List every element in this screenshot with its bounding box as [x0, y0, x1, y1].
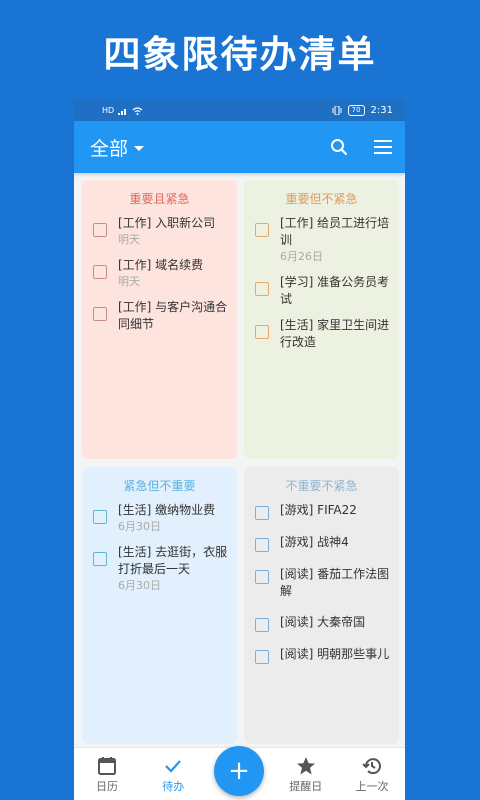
task-text: [阅读] 明朝那些事儿	[280, 647, 390, 661]
task-item[interactable]: [学习] 准备公务员考试	[252, 274, 391, 308]
battery-icon: 70	[347, 105, 365, 116]
task-text: [阅读] 番茄工作法图解	[280, 567, 390, 598]
history-icon	[362, 758, 381, 775]
filter-label: 全部	[90, 137, 129, 160]
task-checkbox[interactable]	[93, 223, 107, 237]
hd-indicator: HD	[102, 106, 115, 115]
promo-title: 四象限待办清单	[103, 33, 377, 76]
add-task-button[interactable]: +	[214, 746, 264, 796]
task-checkbox[interactable]	[255, 538, 269, 552]
app-bar: 全部	[74, 121, 405, 173]
task-item[interactable]: [生活] 缴纳物业费 6月30日	[90, 502, 229, 535]
check-icon	[165, 760, 182, 773]
task-item[interactable]: [生活] 家里卫生间进行改造	[252, 317, 391, 351]
calendar-icon	[98, 757, 116, 775]
quadrant-not-important-not-urgent[interactable]: 不重要不紧急 [游戏] FIFA22 [游戏] 战神4 [阅读] 番茄工作法图解…	[244, 467, 399, 744]
quadrant-title: 不重要不紧急	[285, 479, 358, 493]
clock: 2:31	[370, 105, 393, 116]
phone-screen: HD 70 2:31 全部 重要且紧急 [工作] 入职新公司 明天 [工作] 域…	[74, 100, 405, 800]
search-icon	[331, 139, 348, 156]
task-checkbox[interactable]	[255, 618, 269, 632]
task-checkbox[interactable]	[93, 307, 107, 321]
wifi-icon	[132, 106, 143, 115]
nav-reminder-label: 提醒日	[289, 780, 323, 793]
task-item[interactable]: [阅读] 明朝那些事儿	[252, 646, 391, 664]
task-item[interactable]: [阅读] 番茄工作法图解	[252, 566, 391, 600]
nav-todo[interactable]: 待办	[140, 756, 206, 800]
task-checkbox[interactable]	[255, 223, 269, 237]
filter-dropdown[interactable]: 全部	[90, 134, 145, 161]
task-checkbox[interactable]	[255, 282, 269, 296]
task-text: [阅读] 大秦帝国	[280, 615, 366, 629]
task-checkbox[interactable]	[255, 506, 269, 520]
task-text: [学习] 准备公务员考试	[280, 275, 390, 306]
status-right: 70 2:31	[332, 105, 393, 116]
task-checkbox[interactable]	[93, 510, 107, 524]
caret-down-icon	[134, 145, 145, 151]
menu-button[interactable]	[373, 137, 393, 157]
task-text: [工作] 入职新公司	[118, 216, 216, 230]
quadrant-important-urgent[interactable]: 重要且紧急 [工作] 入职新公司 明天 [工作] 域名续费 明天 [工作] 与客…	[82, 180, 237, 459]
vibrate-icon	[332, 106, 342, 115]
quadrant-grid: 重要且紧急 [工作] 入职新公司 明天 [工作] 域名续费 明天 [工作] 与客…	[80, 180, 399, 746]
nav-todo-label: 待办	[162, 780, 185, 793]
task-item[interactable]: [阅读] 大秦帝国	[252, 614, 391, 632]
task-text: [生活] 家里卫生间进行改造	[280, 318, 390, 349]
task-text: [工作] 给员工进行培训	[280, 216, 390, 247]
task-checkbox[interactable]	[93, 265, 107, 279]
task-date: 6月30日	[118, 579, 161, 592]
nav-last[interactable]: 上一次	[339, 756, 405, 800]
task-date: 明天	[118, 233, 140, 246]
nav-calendar[interactable]: 日历	[74, 756, 140, 800]
task-text: [工作] 与客户沟通合同细节	[118, 300, 228, 331]
quadrant-title: 紧急但不重要	[123, 479, 196, 493]
task-item[interactable]: [生活] 去逛街，衣服打折最后一天 6月30日	[90, 544, 229, 594]
task-checkbox[interactable]	[255, 650, 269, 664]
task-date: 6月26日	[280, 250, 323, 263]
quadrant-title: 重要且紧急	[129, 192, 190, 206]
app-bar-actions	[329, 137, 393, 157]
task-text: [生活] 缴纳物业费	[118, 503, 216, 517]
quadrant-urgent-not-important[interactable]: 紧急但不重要 [生活] 缴纳物业费 6月30日 [生活] 去逛街，衣服打折最后一…	[82, 467, 237, 744]
task-date: 明天	[118, 275, 140, 288]
signal-icon	[118, 108, 127, 115]
task-item[interactable]: [工作] 入职新公司 明天	[90, 215, 229, 248]
status-left: HD	[102, 106, 143, 115]
nav-calendar-label: 日历	[96, 780, 118, 793]
task-checkbox[interactable]	[255, 570, 269, 584]
task-text: [游戏] 战神4	[280, 535, 349, 549]
task-item[interactable]: [工作] 域名续费 明天	[90, 257, 229, 290]
task-item[interactable]: [工作] 与客户沟通合同细节	[90, 299, 229, 333]
search-button[interactable]	[329, 137, 349, 157]
task-text: [生活] 去逛街，衣服打折最后一天	[118, 545, 228, 576]
nav-reminder[interactable]: 提醒日	[273, 756, 339, 800]
quadrant-title: 重要但不紧急	[285, 192, 358, 206]
task-date: 6月30日	[118, 520, 161, 533]
task-item[interactable]: [游戏] 战神4	[252, 534, 391, 552]
task-item[interactable]: [游戏] FIFA22	[252, 502, 391, 520]
star-icon	[296, 757, 315, 775]
task-item[interactable]: [工作] 给员工进行培训 6月26日	[252, 215, 391, 265]
nav-last-label: 上一次	[355, 780, 389, 793]
status-bar: HD 70 2:31	[74, 100, 405, 121]
quadrant-important-not-urgent[interactable]: 重要但不紧急 [工作] 给员工进行培训 6月26日 [学习] 准备公务员考试 […	[244, 180, 399, 459]
task-text: [游戏] FIFA22	[280, 503, 357, 517]
task-checkbox[interactable]	[93, 552, 107, 566]
task-text: [工作] 域名续费	[118, 258, 204, 272]
menu-icon	[374, 140, 392, 154]
task-checkbox[interactable]	[255, 325, 269, 339]
